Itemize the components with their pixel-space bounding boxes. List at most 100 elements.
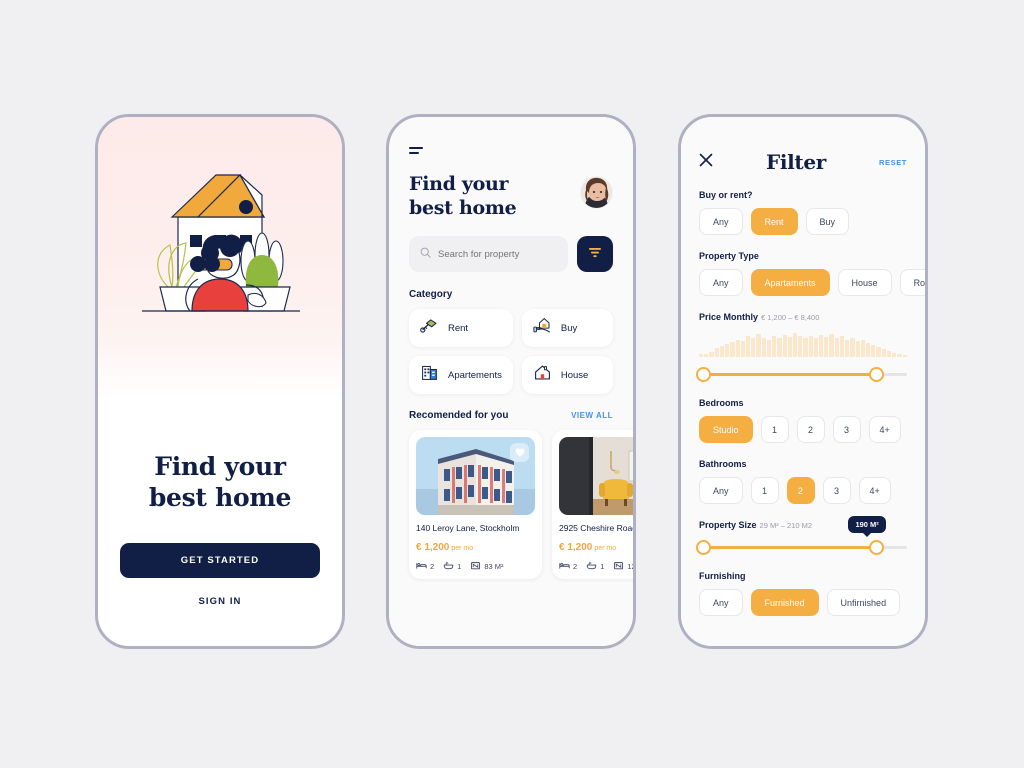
key-icon xyxy=(420,316,439,340)
favorite-button[interactable] xyxy=(510,443,529,462)
chip-house[interactable]: House xyxy=(837,269,892,296)
property-beds: 2 xyxy=(559,561,577,572)
search-row xyxy=(409,236,613,272)
property-address: 140 Leroy Lane, Stockholm xyxy=(416,523,520,533)
property-price-period: per mo xyxy=(594,545,617,552)
histogram-bar xyxy=(813,337,819,357)
property-size-slider[interactable]: 190 M² xyxy=(696,516,907,555)
histogram-bar xyxy=(860,340,865,357)
filter-button[interactable] xyxy=(577,236,613,272)
home-screen: Find your best home Search for property … xyxy=(389,117,633,646)
histogram-bar xyxy=(803,338,808,357)
histogram-bar xyxy=(730,341,735,357)
histogram-bar xyxy=(766,339,772,357)
house-in-hand-icon xyxy=(533,316,552,340)
price-monthly-label: Price Monthly € 1,200 – € 8,400 xyxy=(699,312,907,322)
onboarding-illustration xyxy=(98,135,342,325)
chip-buy[interactable]: Buy xyxy=(805,208,850,235)
close-x-icon[interactable] xyxy=(699,153,713,172)
area-icon xyxy=(613,561,624,572)
table-row[interactable]: 2925 Cheshire Road, € 1,200 per mo 2 1 1 xyxy=(552,430,633,579)
size-slider-handle-min[interactable] xyxy=(696,540,712,555)
price-monthly-range: € 1,200 – € 8,400 xyxy=(761,313,820,322)
property-price-period: per mo xyxy=(451,545,474,552)
histogram-bar xyxy=(829,333,834,357)
view-all-link[interactable]: VIEW ALL xyxy=(571,411,613,420)
bedrooms-chips: Studio 1 2 3 4+ xyxy=(699,416,907,443)
price-range-slider[interactable] xyxy=(696,366,907,382)
chip-bathrooms-4plus[interactable]: 4+ xyxy=(858,477,891,504)
chip-any[interactable]: Any xyxy=(699,269,743,296)
histogram-bar xyxy=(871,345,876,357)
avatar[interactable] xyxy=(580,176,613,209)
chip-room[interactable]: Room xyxy=(899,269,925,296)
price-slider-handle-max[interactable] xyxy=(868,367,884,382)
histogram-bar xyxy=(902,355,907,357)
property-baths-value: 1 xyxy=(457,562,462,571)
property-area-value: 83 M² xyxy=(484,562,504,571)
price-slider-handle-min[interactable] xyxy=(696,367,712,382)
chip-bedrooms-2[interactable]: 2 xyxy=(796,416,825,443)
reset-button[interactable]: RESET xyxy=(879,158,907,167)
chip-bathrooms-1[interactable]: 1 xyxy=(750,477,779,504)
chip-bedrooms-4plus[interactable]: 4+ xyxy=(868,416,901,443)
onboarding-hero xyxy=(98,117,342,399)
price-slider-fill xyxy=(703,373,876,376)
property-price-amount: € 1,200 xyxy=(416,542,450,553)
histogram-bar xyxy=(772,336,777,357)
hamburger-menu-icon[interactable] xyxy=(409,117,613,154)
chip-bedrooms-3[interactable]: 3 xyxy=(832,416,861,443)
bed-icon xyxy=(416,561,427,572)
chip-any[interactable]: Any xyxy=(699,208,743,235)
category-card-house[interactable]: House xyxy=(521,356,613,394)
search-input[interactable] xyxy=(438,248,557,260)
chip-apartaments[interactable]: Apartaments xyxy=(750,269,830,296)
property-size-title: Property Size xyxy=(699,520,757,530)
histogram-bar xyxy=(735,339,740,357)
price-monthly-title: Price Monthly xyxy=(699,312,759,322)
histogram-bar xyxy=(819,334,824,357)
onboarding-heading: Find your best home xyxy=(120,451,320,513)
size-slider-tooltip: 190 M² xyxy=(848,516,886,537)
recommended-header: Recomended for you VIEW ALL xyxy=(409,410,613,421)
bath-icon xyxy=(443,561,454,572)
category-label-buy: Buy xyxy=(560,322,578,334)
histogram-bar xyxy=(892,352,897,357)
category-grid: Rent Buy Apartements House xyxy=(409,309,613,394)
property-price: € 1,200 per mo xyxy=(559,537,633,555)
histogram-bar xyxy=(897,354,902,357)
chip-bathrooms-2[interactable]: 2 xyxy=(786,477,815,504)
histogram-bar xyxy=(881,349,886,357)
chip-bathrooms-any[interactable]: Any xyxy=(699,477,743,504)
chip-studio[interactable]: Studio xyxy=(699,416,753,443)
sign-in-button[interactable]: SIGN IN xyxy=(120,596,320,607)
histogram-bar xyxy=(798,335,803,357)
home-content: Find your best home Search for property … xyxy=(389,117,633,579)
property-card[interactable]: 140 Leroy Lane, Stockholm € 1,200per mo xyxy=(409,430,542,579)
property-image xyxy=(559,437,633,515)
search-input-wrapper[interactable] xyxy=(409,236,568,272)
category-card-apartements[interactable]: Apartements xyxy=(409,356,513,394)
chip-furnishing-any[interactable]: Any xyxy=(699,589,743,616)
histogram-bar xyxy=(756,334,761,357)
filter-screen: Filter RESET Buy or rent? Any Rent Buy P… xyxy=(681,117,925,646)
chip-bathrooms-3[interactable]: 3 xyxy=(822,477,851,504)
histogram-bar xyxy=(704,353,709,357)
bathrooms-chips: Any 1 2 3 4+ xyxy=(699,477,907,504)
chip-bedrooms-1[interactable]: 1 xyxy=(760,416,789,443)
chip-rent[interactable]: Rent xyxy=(750,208,798,235)
property-beds-value: 2 xyxy=(430,562,435,571)
category-card-buy[interactable]: Buy xyxy=(521,309,613,347)
home-heading-line2: best home xyxy=(409,197,517,219)
histogram-bar xyxy=(792,333,798,357)
size-slider-handle-max[interactable]: 190 M² xyxy=(848,516,886,555)
property-stats: 2 1 xyxy=(416,561,535,572)
get-started-button[interactable]: GET STARTED xyxy=(120,543,320,578)
chip-unfirnished[interactable]: Unfirnished xyxy=(826,589,901,616)
histogram-bar xyxy=(751,338,756,357)
category-card-rent[interactable]: Rent xyxy=(409,309,513,347)
histogram-bar xyxy=(824,337,829,357)
histogram-bar xyxy=(839,336,845,357)
chip-furnished[interactable]: Furnished xyxy=(750,589,819,616)
size-slider-fill xyxy=(703,546,876,549)
